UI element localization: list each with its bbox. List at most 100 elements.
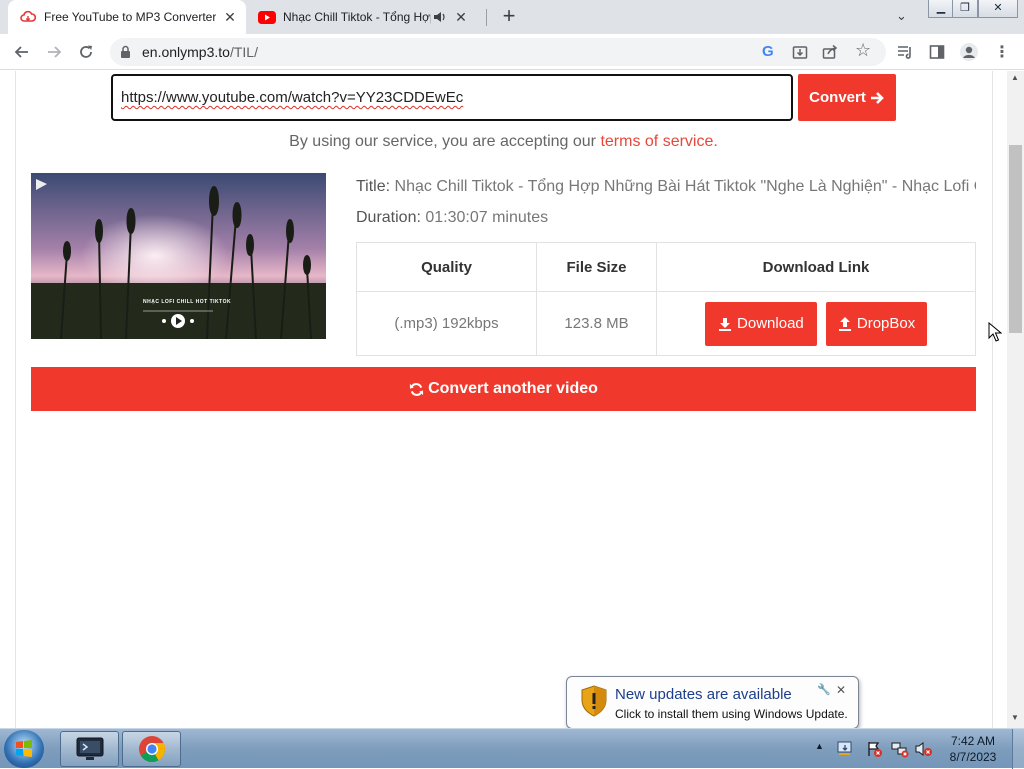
more-vertical-icon: ⋮	[994, 44, 1010, 61]
system-clock[interactable]: 7:42 AM 8/7/2023	[940, 733, 1006, 765]
back-arrow-icon	[14, 46, 28, 58]
video-url-input[interactable]: https://www.youtube.com/watch?v=YY23CDDE…	[111, 74, 793, 121]
profile-button[interactable]	[955, 34, 983, 70]
forward-button[interactable]	[40, 34, 68, 70]
video-title: Title: Nhạc Chill Tiktok - Tổng Hợp Nhữn…	[356, 178, 976, 196]
scroll-down-arrow[interactable]: ▼	[1011, 713, 1019, 722]
forward-arrow-icon	[48, 46, 62, 58]
tab-onlymp3[interactable]: Free YouTube to MP3 Converter o ✕	[8, 0, 246, 34]
reload-icon	[80, 45, 92, 58]
windows-logo-icon	[16, 740, 32, 757]
install-app-icon[interactable]	[792, 44, 808, 65]
address-text: en.onlymp3.to/TIL/	[142, 44, 258, 60]
chrome-icon	[138, 736, 165, 763]
download-label: Download	[737, 315, 804, 332]
download-icon	[719, 317, 732, 331]
taskbar-app-terminal[interactable]	[60, 731, 119, 767]
new-tab-button[interactable]: +	[498, 4, 520, 28]
download-table: Quality File Size Download Link (.mp3) 1…	[356, 242, 976, 356]
show-hidden-icons[interactable]: ▲	[815, 741, 824, 751]
share-icon[interactable]	[822, 44, 838, 65]
convert-button[interactable]: Convert	[798, 74, 896, 121]
refresh-icon	[410, 382, 424, 396]
quality-header: Quality	[356, 242, 537, 292]
lock-icon	[120, 45, 131, 64]
title-label: Title:	[356, 178, 391, 195]
menu-button[interactable]: ⋮	[988, 34, 1016, 70]
terms-link[interactable]: terms of service.	[600, 133, 717, 150]
reload-button[interactable]	[72, 34, 100, 70]
wrench-icon[interactable]: 🔧	[817, 683, 831, 696]
start-button[interactable]	[4, 730, 44, 768]
minimize-button[interactable]: ▁	[928, 0, 954, 18]
clock-time: 7:42 AM	[950, 734, 996, 748]
scroll-up-arrow[interactable]: ▲	[1011, 73, 1019, 82]
back-button[interactable]	[8, 34, 36, 70]
bookmark-star-icon[interactable]: ☆	[855, 40, 871, 61]
browser-toolbar: en.onlymp3.to/TIL/ G ☆ ⋮	[0, 34, 1024, 70]
media-control-button[interactable]	[891, 34, 919, 70]
download-links-cell: Download DropBox	[656, 291, 976, 356]
terms-notice: By using our service, you are accepting …	[0, 133, 1007, 151]
video-url-value: https://www.youtube.com/watch?v=YY23CDDE…	[121, 89, 464, 106]
side-panel-icon	[929, 45, 945, 59]
maximize-button[interactable]: ❐	[952, 0, 978, 18]
table-header-row: Quality File Size Download Link	[356, 242, 976, 292]
arrow-right-icon	[870, 91, 884, 104]
duration-value: 01:30:07 minutes	[425, 209, 549, 226]
dropbox-label: DropBox	[856, 315, 916, 332]
table-row: (.mp3) 192kbps 123.8 MB Download DropBox	[356, 291, 976, 356]
action-center-tray-icon[interactable]	[866, 740, 884, 758]
cloud-download-icon	[20, 9, 37, 25]
taskbar-app-chrome[interactable]	[122, 731, 181, 767]
close-tab-icon[interactable]: ✕	[453, 9, 469, 26]
quality-cell: (.mp3) 192kbps	[356, 291, 537, 356]
media-queue-icon	[898, 46, 911, 59]
file-size-cell: 123.8 MB	[536, 291, 657, 356]
security-shield-icon	[581, 685, 607, 717]
upload-icon	[838, 316, 851, 331]
page-scrollbar[interactable]: ▲ ▼	[1007, 71, 1024, 728]
tab-strip: Free YouTube to MP3 Converter o ✕ Nhạc C…	[0, 0, 1024, 34]
video-duration: Duration: 01:30:07 minutes	[356, 209, 548, 227]
tab-search-icon[interactable]: ⌄	[896, 8, 907, 24]
convert-another-label: Convert another video	[428, 380, 598, 397]
notification-message: Click to install them using Windows Upda…	[615, 707, 848, 721]
close-window-button[interactable]: ✕	[978, 0, 1018, 18]
download-button[interactable]: Download	[704, 301, 817, 346]
volume-muted-tray-icon[interactable]	[915, 740, 933, 758]
scroll-thumb[interactable]	[1009, 145, 1022, 333]
tab-title: Free YouTube to MP3 Converter o	[44, 10, 216, 24]
address-host: en.onlymp3.to	[142, 44, 230, 60]
close-notification-icon[interactable]: ✕	[836, 683, 846, 697]
address-path: /TIL/	[229, 44, 258, 60]
side-panel-button[interactable]	[923, 34, 951, 70]
video-thumbnail: NHẠC LOFI CHILL HOT TIKTOK	[31, 173, 326, 339]
update-notification[interactable]: New updates are available Click to insta…	[566, 676, 859, 740]
notification-title: New updates are available	[615, 686, 792, 703]
tab-title: Nhạc Chill Tiktok - Tổng Hợp	[283, 10, 431, 24]
youtube-icon	[258, 10, 276, 24]
mouse-cursor-icon	[988, 322, 1002, 342]
convert-label: Convert	[809, 89, 866, 106]
clock-date: 8/7/2023	[949, 750, 997, 764]
convert-another-button[interactable]: Convert another video	[31, 367, 976, 411]
title-value: Nhạc Chill Tiktok - Tổng Hợp Những Bài H…	[394, 178, 976, 195]
address-bar[interactable]: en.onlymp3.to/TIL/ G ☆	[110, 38, 886, 66]
windows-taskbar: ▲ 7:42 AM 8/7/2023	[0, 728, 1024, 769]
file-size-header: File Size	[536, 242, 657, 292]
windows-update-tray-icon[interactable]	[836, 739, 854, 757]
tab-separator	[486, 9, 487, 26]
network-tray-icon[interactable]	[891, 740, 909, 758]
page-content: https://www.youtube.com/watch?v=YY23CDDE…	[0, 71, 1024, 728]
thumbnail-caption: NHẠC LOFI CHILL HOT TIKTOK	[143, 299, 232, 305]
speaker-icon[interactable]	[433, 11, 447, 23]
monitor-app-icon	[76, 737, 103, 760]
tab-youtube[interactable]: Nhạc Chill Tiktok - Tổng Hợp ✕	[248, 0, 486, 34]
close-tab-icon[interactable]: ✕	[222, 9, 238, 26]
download-link-header: Download Link	[656, 242, 976, 292]
dropbox-button[interactable]: DropBox	[826, 301, 928, 346]
show-desktop-button[interactable]	[1012, 729, 1024, 769]
avatar-icon	[960, 43, 978, 61]
google-icon[interactable]: G	[762, 43, 774, 60]
